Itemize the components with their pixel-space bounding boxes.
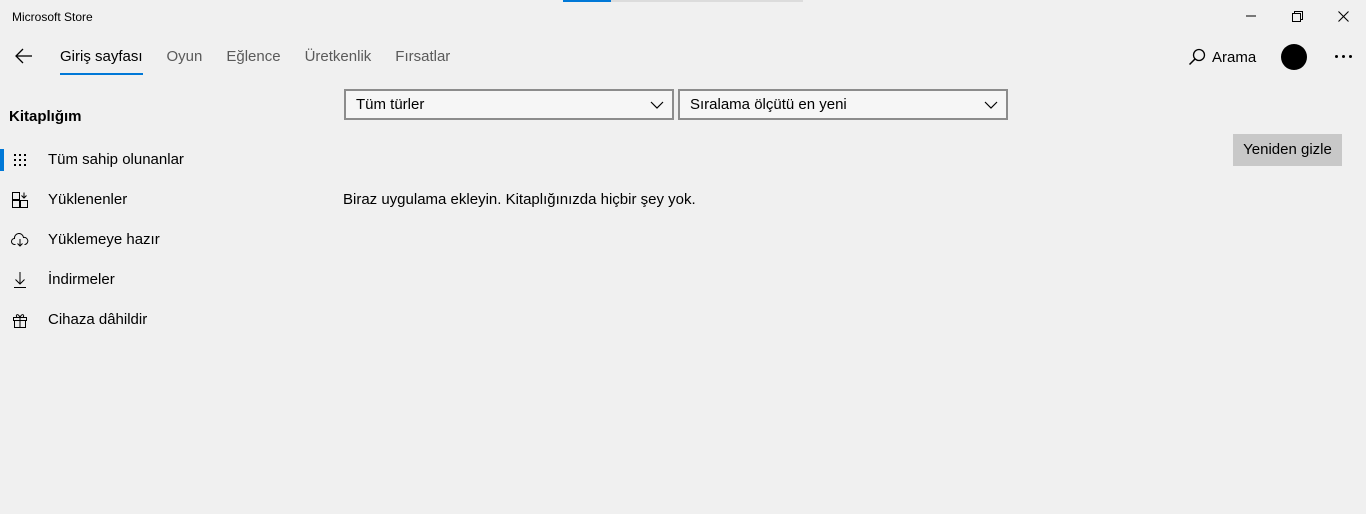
search-icon (1188, 48, 1206, 66)
minimize-button[interactable] (1228, 0, 1274, 32)
sidebar-item-included-with-device[interactable]: Cihaza dâhildir (0, 304, 300, 336)
sidebar-item-label: Yüklemeye hazır (48, 231, 160, 248)
chevron-down-icon (650, 101, 664, 109)
sort-filter-value: Sıralama ölçütü en yeni (690, 96, 847, 113)
tab-gaming[interactable]: Oyun (167, 34, 203, 80)
avatar[interactable] (1281, 44, 1307, 70)
download-icon (11, 272, 29, 288)
loading-progress-fill (563, 0, 611, 2)
nav-tabs: Giriş sayfası Oyun Eğlence Üretkenlik Fı… (60, 34, 474, 80)
title-bar: Microsoft Store (0, 0, 1366, 34)
sort-filter-dropdown[interactable]: Sıralama ölçütü en yeni (678, 89, 1008, 120)
gift-icon (11, 312, 29, 328)
sidebar-item-downloads[interactable]: İndirmeler (0, 264, 300, 296)
tab-home[interactable]: Giriş sayfası (60, 34, 143, 80)
sidebar-item-all-owned[interactable]: Tüm sahip olunanlar (0, 144, 300, 176)
restore-icon (1291, 10, 1303, 22)
grid-icon (11, 152, 29, 168)
close-button[interactable] (1320, 0, 1366, 32)
loading-progress-bar (563, 0, 803, 2)
library-title: Kitaplığım (9, 108, 82, 125)
search-label: Arama (1212, 48, 1257, 66)
chevron-down-icon (984, 101, 998, 109)
back-button[interactable] (8, 40, 40, 72)
tab-deals[interactable]: Fırsatlar (395, 34, 450, 80)
close-icon (1337, 10, 1349, 22)
sidebar-item-installed[interactable]: Yüklenenler (0, 184, 300, 216)
tab-productivity[interactable]: Üretkenlik (305, 34, 372, 80)
type-filter-value: Tüm türler (356, 96, 425, 113)
selection-indicator (0, 149, 4, 171)
type-filter-dropdown[interactable]: Tüm türler (344, 89, 674, 120)
tab-entertainment[interactable]: Eğlence (226, 34, 280, 80)
sidebar-item-ready-to-install[interactable]: Yüklemeye hazır (0, 224, 300, 256)
installed-icon (11, 192, 29, 208)
empty-library-message: Biraz uygulama ekleyin. Kitaplığınızda h… (343, 191, 696, 208)
sidebar-item-label: Cihaza dâhildir (48, 311, 148, 328)
microsoft-store-window: Microsoft Store Giriş sayfası Oyun Eğlen… (0, 0, 1366, 514)
restore-button[interactable] (1274, 0, 1320, 32)
back-arrow-icon (15, 48, 32, 64)
top-navigation: Giriş sayfası Oyun Eğlence Üretkenlik Fı… (0, 34, 1366, 80)
sidebar-item-label: Tüm sahip olunanlar (48, 151, 184, 168)
minimize-icon (1246, 15, 1256, 17)
sidebar-item-label: İndirmeler (48, 271, 115, 288)
search-button[interactable]: Arama (1188, 45, 1256, 69)
more-icon (1334, 54, 1352, 58)
rehide-button[interactable]: Yeniden gizle (1233, 134, 1342, 166)
sidebar-item-label: Yüklenenler (48, 191, 128, 208)
more-button[interactable] (1326, 40, 1360, 72)
cloud-download-icon (11, 232, 29, 248)
window-title: Microsoft Store (12, 10, 93, 24)
